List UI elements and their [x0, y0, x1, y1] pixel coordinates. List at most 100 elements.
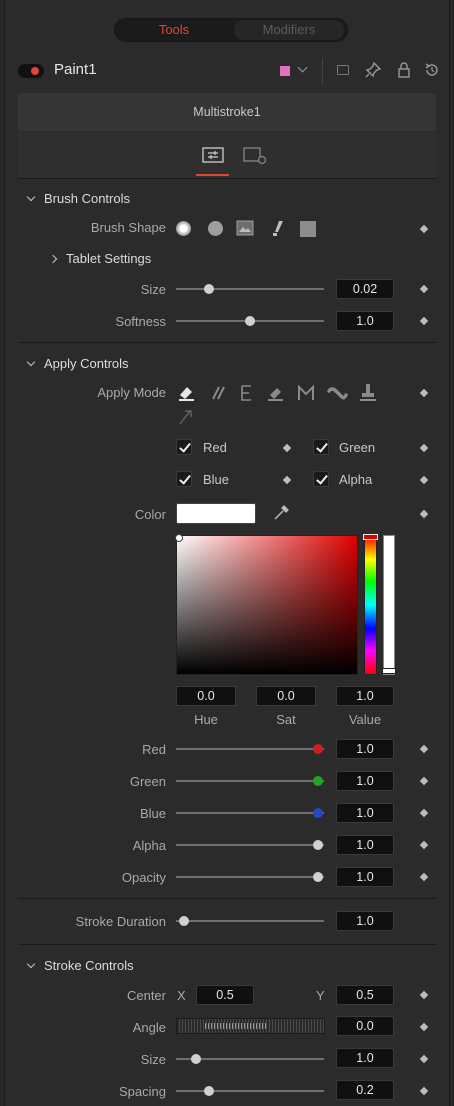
tablet-settings-toggle[interactable]: Tablet Settings — [48, 251, 152, 266]
red-checkbox[interactable] — [176, 439, 192, 455]
softness-field[interactable]: 1.0 — [336, 311, 394, 331]
sat-field[interactable]: 0.0 — [256, 686, 316, 706]
blue-field[interactable]: 1.0 — [336, 803, 394, 823]
alpha-marker[interactable] — [382, 668, 396, 674]
center-x-field[interactable]: 0.5 — [196, 985, 254, 1005]
brush-shape-label: Brush Shape — [90, 220, 166, 235]
stroke-size-knob[interactable] — [191, 1054, 201, 1064]
red-slider-knob[interactable] — [313, 744, 323, 754]
red-channel-label: Red — [203, 440, 227, 455]
hue-marker[interactable] — [363, 534, 378, 540]
apply-controls-header[interactable]: Apply Controls — [26, 356, 129, 371]
erase-mode-icon[interactable] — [266, 383, 286, 403]
stroke-size-label: Size — [140, 1052, 166, 1067]
alpha-field[interactable]: 1.0 — [336, 835, 394, 855]
tab-controls-icon[interactable] — [202, 147, 224, 163]
green-slider[interactable] — [176, 780, 324, 782]
node-enable-indicator — [31, 67, 39, 75]
lock-icon[interactable] — [397, 62, 411, 78]
node-name[interactable]: Paint1 — [54, 61, 97, 78]
pin-icon[interactable] — [365, 62, 381, 78]
tool-tabs-bar — [18, 132, 436, 178]
tab-settings-icon[interactable] — [243, 147, 267, 165]
alpha-checkbox[interactable] — [313, 471, 329, 487]
header-separator — [322, 58, 323, 84]
tab-modifiers[interactable]: Modifiers — [234, 20, 344, 40]
tab-controls-underline — [196, 174, 229, 176]
clone-mode-icon[interactable] — [208, 383, 228, 403]
opacity-label: Opacity — [121, 870, 166, 885]
hue-strip[interactable] — [364, 535, 377, 675]
softness-label: Softness — [115, 314, 166, 329]
hue-field[interactable]: 0.0 — [176, 686, 236, 706]
value-field[interactable]: 1.0 — [336, 686, 394, 706]
red-field[interactable]: 1.0 — [336, 739, 394, 759]
blue-channel-label: Blue — [203, 472, 230, 487]
picker-cursor[interactable] — [175, 534, 183, 542]
image-brush-icon[interactable] — [236, 220, 254, 236]
brush-controls-title: Brush Controls — [44, 191, 130, 206]
brush-controls-header[interactable]: Brush Controls — [26, 191, 130, 206]
apply-controls-title: Apply Controls — [44, 356, 129, 371]
apply-mode-label: Apply Mode — [97, 385, 166, 400]
green-checkbox[interactable] — [313, 439, 329, 455]
wire-mode-icon[interactable] — [177, 408, 193, 426]
stroke-controls-header[interactable]: Stroke Controls — [26, 958, 134, 973]
tab-tools[interactable]: Tools — [116, 20, 232, 40]
sat-label: Sat — [276, 712, 296, 727]
color-label: Color — [134, 507, 166, 522]
angle-label: Angle — [132, 1020, 166, 1035]
versions-icon[interactable] — [337, 65, 349, 75]
opacity-slider-knob[interactable] — [313, 872, 323, 882]
size-slider-knob[interactable] — [204, 284, 214, 294]
angle-field[interactable]: 0.0 — [336, 1016, 394, 1036]
center-y-field[interactable]: 0.5 — [336, 985, 394, 1005]
merge-mode-icon[interactable] — [296, 383, 316, 403]
reset-icon[interactable] — [424, 62, 440, 78]
softness-slider-knob[interactable] — [245, 316, 255, 326]
hue-label: Hue — [194, 712, 218, 727]
alpha-channel-label: Alpha — [339, 472, 373, 487]
color-mode-icon[interactable] — [177, 383, 197, 403]
stamp-mode-icon[interactable] — [358, 382, 378, 404]
stroke-size-field[interactable]: 1.0 — [336, 1048, 394, 1068]
spacing-field[interactable]: 0.2 — [336, 1080, 394, 1100]
color-swatch[interactable] — [176, 503, 256, 524]
size-field[interactable]: 0.02 — [336, 279, 394, 299]
alpha-slider-knob[interactable] — [313, 840, 323, 850]
blue-checkbox[interactable] — [176, 471, 192, 487]
green-slider-knob[interactable] — [313, 776, 323, 786]
circle-brush-icon[interactable] — [208, 221, 223, 236]
green-label: Green — [129, 774, 166, 789]
red-slider[interactable] — [176, 748, 324, 750]
chevron-down-icon — [26, 357, 36, 367]
green-channel-label: Green — [339, 440, 376, 455]
blue-slider-knob[interactable] — [313, 808, 323, 818]
green-field[interactable]: 1.0 — [336, 771, 394, 791]
single-pixel-brush-icon[interactable] — [270, 219, 286, 237]
center-x-label: X — [177, 988, 186, 1003]
tablet-settings-label: Tablet Settings — [66, 251, 152, 266]
stroke-duration-field[interactable]: 1.0 — [336, 911, 394, 931]
spacing-knob[interactable] — [204, 1086, 214, 1096]
spacing-slider[interactable] — [176, 1090, 324, 1092]
smear-mode-icon[interactable] — [326, 383, 348, 403]
alpha-slider[interactable] — [176, 844, 324, 846]
eyedropper-icon[interactable] — [272, 504, 290, 522]
opacity-field[interactable]: 1.0 — [336, 867, 394, 887]
alpha-strip[interactable] — [383, 535, 395, 675]
square-brush-icon[interactable] — [300, 221, 316, 237]
opacity-slider[interactable] — [176, 876, 324, 878]
spacing-label: Spacing — [119, 1084, 166, 1099]
stroke-duration-knob[interactable] — [179, 916, 189, 926]
soft-brush-icon[interactable] — [176, 221, 191, 236]
tool-name: Multistroke1 — [193, 105, 261, 119]
blue-slider[interactable] — [176, 812, 324, 814]
emboss-mode-icon[interactable] — [238, 383, 256, 403]
chevron-down-icon — [26, 192, 36, 202]
node-color-swatch[interactable] — [280, 66, 290, 76]
stroke-duration-slider[interactable] — [176, 920, 324, 922]
size-slider[interactable] — [176, 288, 324, 290]
saturation-value-picker[interactable] — [176, 535, 358, 675]
chevron-down-icon — [26, 959, 36, 969]
